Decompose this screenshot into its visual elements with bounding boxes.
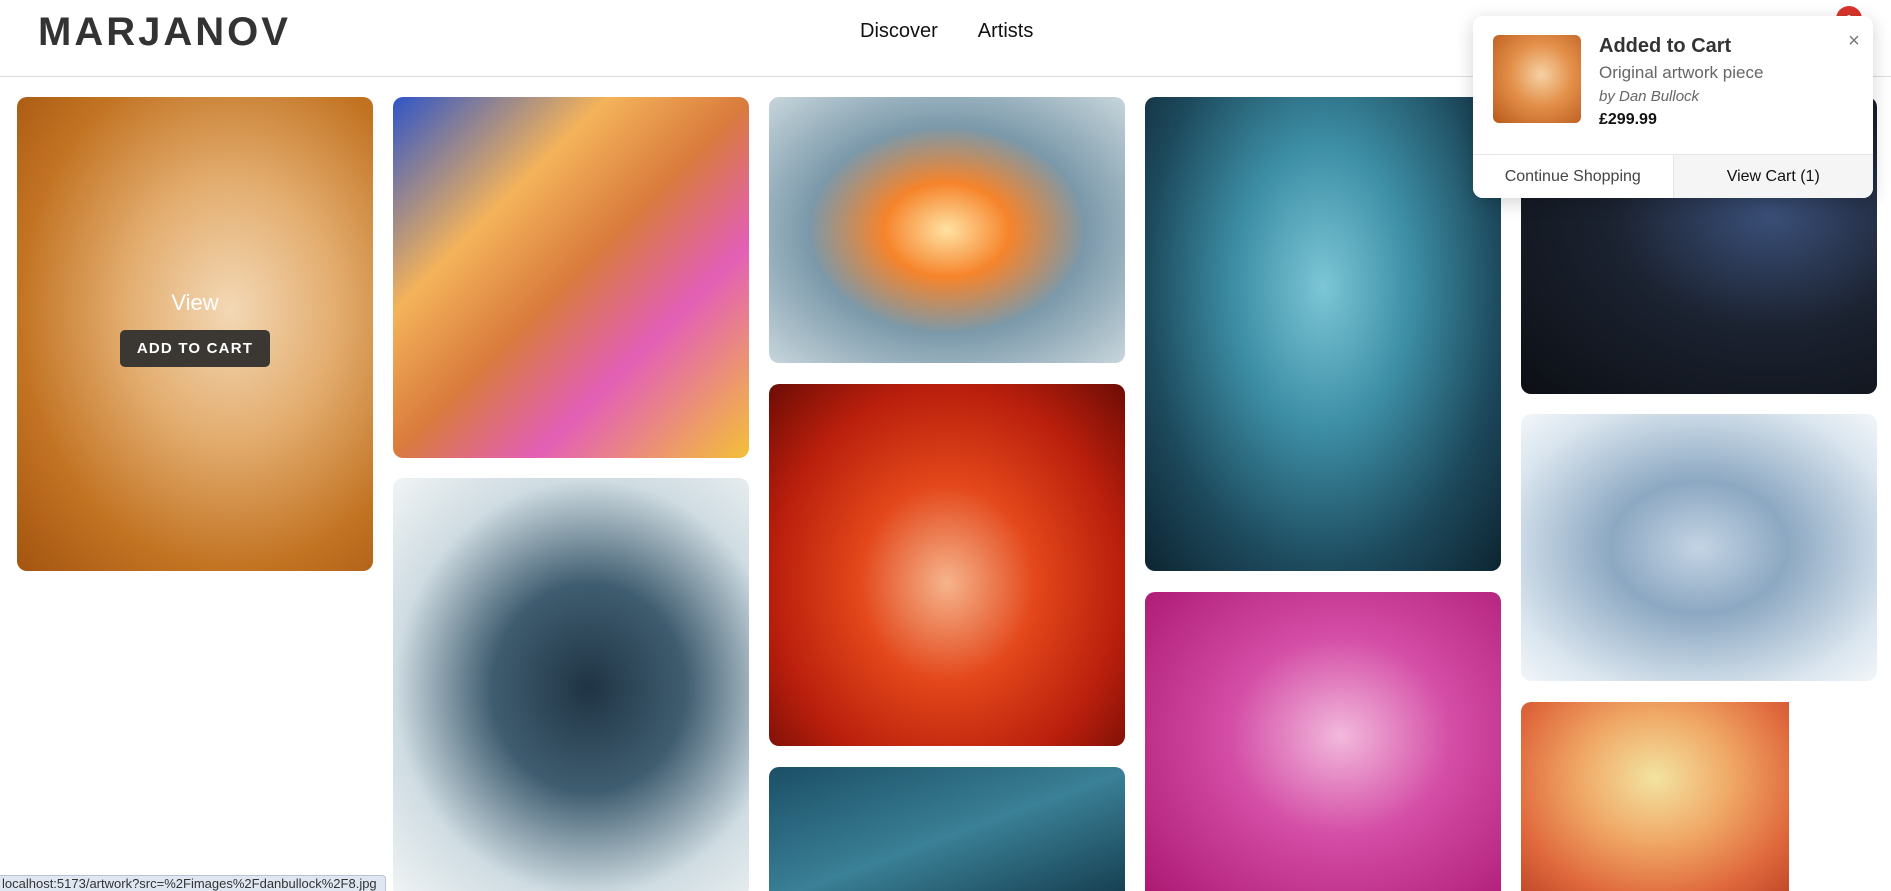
artwork-tile[interactable] (393, 478, 749, 891)
artwork-tile[interactable] (769, 384, 1125, 746)
view-cart-button[interactable]: View Cart (1) (1673, 155, 1873, 198)
close-icon[interactable]: × (1843, 30, 1865, 52)
artwork-image (1145, 97, 1501, 571)
artwork-tile[interactable] (769, 767, 1125, 891)
artwork-image (769, 767, 1125, 891)
add-to-cart-button[interactable]: ADD TO CART (119, 329, 271, 367)
toast-actions: Continue Shopping View Cart (1) (1473, 154, 1873, 198)
toast-description: Original artwork piece (1599, 63, 1764, 82)
toast-price: £299.99 (1599, 111, 1657, 128)
site-logo[interactable]: MARJANOV (38, 10, 291, 55)
artwork-tile[interactable]: View ADD TO CART (17, 97, 373, 571)
nav-discover-link[interactable]: Discover (860, 20, 938, 43)
artwork-image (1521, 702, 1789, 891)
artwork-image (393, 478, 749, 891)
artwork-tile[interactable] (1521, 702, 1877, 891)
link-status-bar: localhost:5173/artwork?src=%2Fimages%2Fd… (0, 875, 386, 891)
artwork-image (769, 97, 1125, 363)
artwork-tile[interactable] (1145, 592, 1501, 891)
artwork-image (393, 97, 749, 458)
toast-title: Added to Cart (1599, 35, 1732, 57)
nav-artists-link[interactable]: Artists (978, 20, 1034, 43)
artwork-image (1145, 592, 1501, 891)
main-nav: Discover Artists (860, 20, 1033, 43)
artwork-image (1521, 414, 1877, 681)
toast-artist: by Dan Bullock (1599, 88, 1700, 105)
artwork-tile[interactable] (393, 97, 749, 458)
view-artwork-link[interactable]: View (171, 290, 218, 316)
artwork-image (769, 384, 1125, 746)
artwork-tile[interactable] (769, 97, 1125, 363)
artwork-tile[interactable] (1521, 414, 1877, 681)
continue-shopping-button[interactable]: Continue Shopping (1473, 155, 1674, 198)
artwork-tile[interactable] (1145, 97, 1501, 571)
artwork-hover-overlay: View ADD TO CART (17, 97, 373, 571)
toast-artwork-thumbnail (1493, 35, 1581, 123)
added-to-cart-toast: Added to Cart Original artwork piece by … (1473, 16, 1873, 198)
